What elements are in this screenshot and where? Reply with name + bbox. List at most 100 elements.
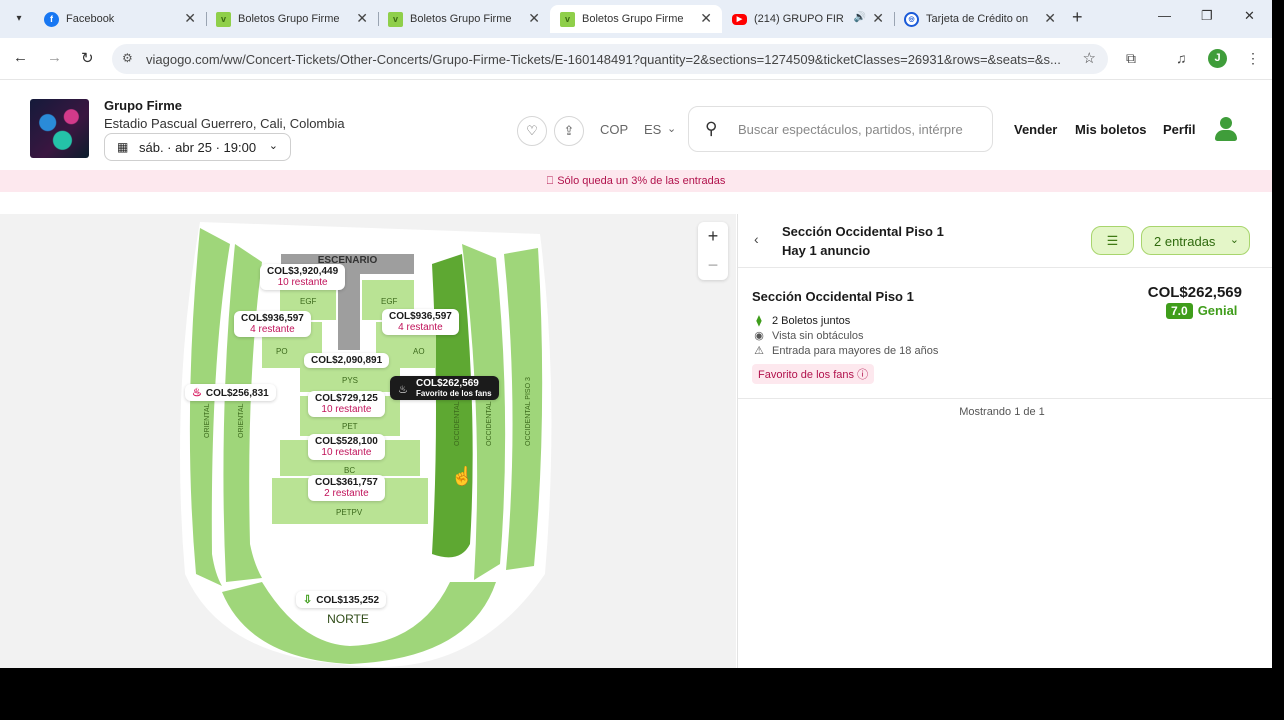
price-tag-price: COL$135,252 [316, 595, 380, 606]
price-tag[interactable]: COL$729,125 10 restante [308, 391, 385, 417]
section-label-egf-left: EGF [300, 297, 317, 306]
price-tag-remaining: 10 restante [321, 404, 372, 415]
sell-link[interactable]: Vender [1014, 122, 1057, 137]
price-tag-selected[interactable]: ♨ COL$262,569 Favorito de los fans [390, 376, 499, 400]
warning-icon: ⚠ [754, 345, 764, 357]
price-tag[interactable]: COL$2,090,891 [304, 353, 390, 368]
profile-avatar[interactable]: J [1208, 49, 1227, 68]
credit-card-icon: ◎ [904, 12, 919, 27]
flame-icon: ♨ [192, 387, 202, 399]
price-tag[interactable]: COL$936,597 4 restante [382, 309, 459, 335]
price-tag[interactable]: ♨ COL$256,831 [185, 384, 276, 401]
price-tag-subtitle: Favorito de los fans [416, 389, 492, 398]
price-tag-price: COL$2,090,891 [311, 355, 383, 366]
tab-credit-card[interactable]: ◎ Tarjeta de Crédito on ✕ [894, 5, 1066, 33]
search-placeholder: Buscar espectáculos, partidos, intérpre [738, 122, 963, 137]
tab-search-icon[interactable]: ▾ [9, 9, 29, 29]
menu-dots-icon[interactable]: ⋮ [1246, 50, 1260, 67]
price-tag-price: COL$936,597 [241, 313, 304, 324]
chevron-left-icon[interactable]: ‹ [754, 231, 759, 247]
minimize-icon[interactable]: — [1158, 8, 1171, 23]
price-tag-price: COL$936,597 [389, 311, 452, 322]
listing-price[interactable]: COL$262,569 [1148, 284, 1242, 301]
tab-boletos-1[interactable]: v Boletos Grupo Firme ✕ [206, 5, 378, 33]
listing-score: 7.0 Genial [1166, 302, 1237, 320]
speaker-icon[interactable]: 🔊 [854, 12, 866, 23]
section-label-norte: NORTE [327, 612, 369, 626]
reload-icon[interactable]: ↻ [81, 49, 94, 67]
flame-icon: ♨ [398, 384, 408, 396]
tab-facebook[interactable]: f Facebook ✕ [34, 5, 206, 33]
tab-title: Tarjeta de Crédito on [926, 13, 1029, 25]
viagogo-icon: v [216, 12, 231, 27]
price-tag-price: COL$256,831 [205, 388, 269, 399]
close-tab-icon[interactable]: ✕ [700, 10, 712, 27]
event-thumbnail[interactable] [30, 99, 89, 158]
tab-title: Boletos Grupo Firme [582, 13, 684, 25]
price-tag-price: COL$729,125 [315, 393, 378, 404]
new-tab-icon[interactable]: + [1072, 7, 1083, 28]
close-tab-icon[interactable]: ✕ [1044, 10, 1056, 27]
forward-icon[interactable]: → [47, 49, 62, 66]
price-tag-remaining: 4 restante [398, 322, 443, 333]
section-label-occidental: OCCIDENTAL [454, 401, 461, 446]
back-icon[interactable]: ← [13, 49, 28, 66]
price-tag[interactable]: COL$936,597 4 restante [234, 311, 311, 337]
price-tag-price: COL$528,100 [315, 436, 378, 447]
close-tab-icon[interactable]: ✕ [528, 10, 540, 27]
date-selector[interactable]: ▦ sáb. · abr 25 · 19:00 ⌄ [104, 133, 291, 161]
info-icon[interactable]: ⓘ [857, 369, 868, 381]
price-tag-price: COL$361,757 [315, 477, 378, 488]
youtube-icon: ▶ [732, 14, 747, 25]
tab-boletos-active[interactable]: v Boletos Grupo Firme ✕ [550, 5, 722, 33]
bookmark-star-icon[interactable]: ☆ [1083, 49, 1096, 67]
currency-selector[interactable]: COP [600, 122, 628, 137]
tab-boletos-2[interactable]: v Boletos Grupo Firme ✕ [378, 5, 550, 33]
chevron-down-icon[interactable]: ⌄ [667, 122, 676, 135]
favorite-heart-icon[interactable]: ♡ [517, 116, 547, 146]
my-tickets-link[interactable]: Mis boletos [1075, 122, 1147, 137]
ticket-icon: ⎕ [546, 175, 554, 187]
profile-link[interactable]: Perfil [1163, 122, 1196, 137]
extensions-icon[interactable]: ⧉ [1126, 50, 1136, 67]
share-icon[interactable]: ⇪ [554, 116, 584, 146]
section-label-egf-right: EGF [381, 297, 398, 306]
price-tag-remaining: 2 restante [324, 488, 369, 499]
site-info-icon[interactable]: ⚙ [122, 51, 133, 65]
banner-text: Sólo queda un 3% de las entradas [557, 175, 726, 187]
browser-toolbar: ← → ↻ ⚙ viagogo.com/ww/Concert-Tickets/O… [0, 38, 1272, 80]
eye-icon: ◉ [754, 330, 764, 342]
feature-together: ⧫ 2 Boletos juntos [752, 314, 850, 327]
filter-button[interactable]: ☰ [1091, 226, 1134, 255]
tab-youtube[interactable]: ▶ (214) GRUPO FIR 🔊 ✕ [722, 5, 894, 33]
price-tag[interactable]: COL$361,757 2 restante [308, 475, 385, 501]
feature-view: ◉ Vista sin obtáculos [752, 329, 863, 342]
user-icon[interactable] [1212, 115, 1240, 143]
facebook-icon: f [44, 12, 59, 27]
section-label-oriental-right: ORIENTAL [238, 403, 245, 439]
scarcity-banner: ⎕ Sólo queda un 3% de las entradas [0, 170, 1272, 192]
price-tag[interactable]: ⇩ COL$135,252 [296, 591, 387, 608]
price-tag-remaining: 4 restante [250, 324, 295, 335]
close-tab-icon[interactable]: ✕ [356, 10, 368, 27]
close-tab-icon[interactable]: ✕ [184, 10, 196, 27]
address-bar[interactable]: ⚙ viagogo.com/ww/Concert-Tickets/Other-C… [112, 44, 1108, 74]
url-text[interactable]: viagogo.com/ww/Concert-Tickets/Other-Con… [146, 52, 1076, 67]
media-control-icon[interactable]: ♫ [1176, 50, 1187, 66]
listing-title[interactable]: Sección Occidental Piso 1 [752, 289, 914, 304]
zoom-out-icon[interactable]: − [698, 251, 728, 280]
language-selector[interactable]: ES [644, 122, 661, 137]
restore-icon[interactable]: ❐ [1201, 8, 1213, 24]
price-tag[interactable]: COL$528,100 10 restante [308, 434, 385, 460]
zoom-in-icon[interactable]: + [698, 222, 728, 251]
close-tab-icon[interactable]: ✕ [872, 10, 884, 27]
search-input[interactable]: ⚲ Buscar espectáculos, partidos, intérpr… [688, 106, 993, 152]
seat-map[interactable]: ESCENARIO EGF EGF PO AO PYS PET BC PETPV… [0, 214, 736, 668]
results-count: Mostrando 1 de 1 [959, 406, 1045, 418]
price-tag[interactable]: COL$3,920,449 10 restante [260, 264, 346, 290]
close-window-icon[interactable]: ✕ [1244, 8, 1255, 24]
quantity-selector[interactable]: 2 entradas ⌄ [1141, 226, 1250, 255]
tab-title: (214) GRUPO FIR [754, 13, 844, 25]
section-label-pys: PYS [342, 376, 359, 385]
sliders-icon: ☰ [1106, 233, 1119, 248]
